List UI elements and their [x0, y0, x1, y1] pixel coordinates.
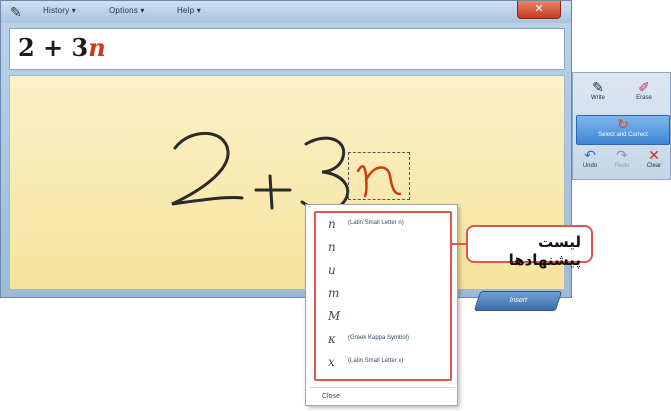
select-correct-tool-button[interactable]: ↻ Select and Correct: [576, 115, 670, 145]
suggestion-item[interactable]: n: [324, 240, 448, 258]
insert-button[interactable]: Insert: [473, 291, 563, 311]
ink-selection-box: [348, 152, 410, 200]
ink-digit-3: [300, 136, 350, 212]
preview-expression-main: 2 + 3: [18, 33, 89, 62]
undo-button[interactable]: ↶ Undo: [575, 147, 605, 177]
callout-text: لیست پیشنهادها: [508, 233, 581, 269]
suggestion-item[interactable]: n (Latin Small Letter n): [324, 217, 448, 235]
suggestion-item[interactable]: M: [324, 309, 448, 327]
clear-x-icon: ✕: [648, 147, 660, 163]
preview-expression-highlight: n: [88, 33, 106, 62]
clear-button[interactable]: ✕ Clear: [639, 147, 669, 177]
suggestions-callout: لیست پیشنهادها: [466, 225, 593, 269]
close-button[interactable]: ✕: [517, 1, 561, 19]
erase-tool-button[interactable]: ✐ Erase: [623, 79, 665, 109]
dropdown-close-item[interactable]: Close: [322, 393, 340, 400]
redo-button[interactable]: ↷ Redo: [607, 147, 637, 177]
correction-dropdown: n (Latin Small Letter n) n u m M κ (Gree…: [305, 204, 458, 406]
preview-expression: 2 + 3n: [18, 33, 106, 62]
ink-plus: [254, 174, 292, 210]
suggestion-list-highlight: n (Latin Small Letter n) n u m M κ (Gree…: [314, 211, 452, 381]
pen-icon: ✎: [592, 79, 604, 95]
title-bar: ✎ History ▾ Options ▾ Help ▾ ✕: [1, 1, 571, 23]
preview-area: 2 + 3n: [9, 28, 565, 70]
write-tool-button[interactable]: ✎ Write: [577, 79, 619, 109]
tool-panel: ✎ Write ✐ Erase ↻ Select and Correct ↶ U…: [572, 72, 671, 180]
menu-options[interactable]: Options ▾: [109, 6, 145, 15]
undo-icon: ↶: [584, 147, 596, 163]
lasso-icon: ↻: [617, 116, 629, 132]
redo-icon: ↷: [616, 147, 628, 163]
pen-app-icon: ✎: [10, 4, 22, 20]
dropdown-separator: [310, 387, 455, 388]
suggestion-item[interactable]: x (Latin Small Letter x): [324, 355, 448, 373]
eraser-icon: ✐: [638, 79, 650, 95]
menu-history[interactable]: History ▾: [43, 6, 76, 15]
menu-help[interactable]: Help ▾: [177, 6, 201, 15]
ink-digit-2: [171, 131, 244, 206]
suggestion-item[interactable]: u: [324, 263, 448, 281]
suggestion-item[interactable]: κ (Greek Kappa Symbol): [324, 332, 448, 350]
suggestion-item[interactable]: m: [324, 286, 448, 304]
